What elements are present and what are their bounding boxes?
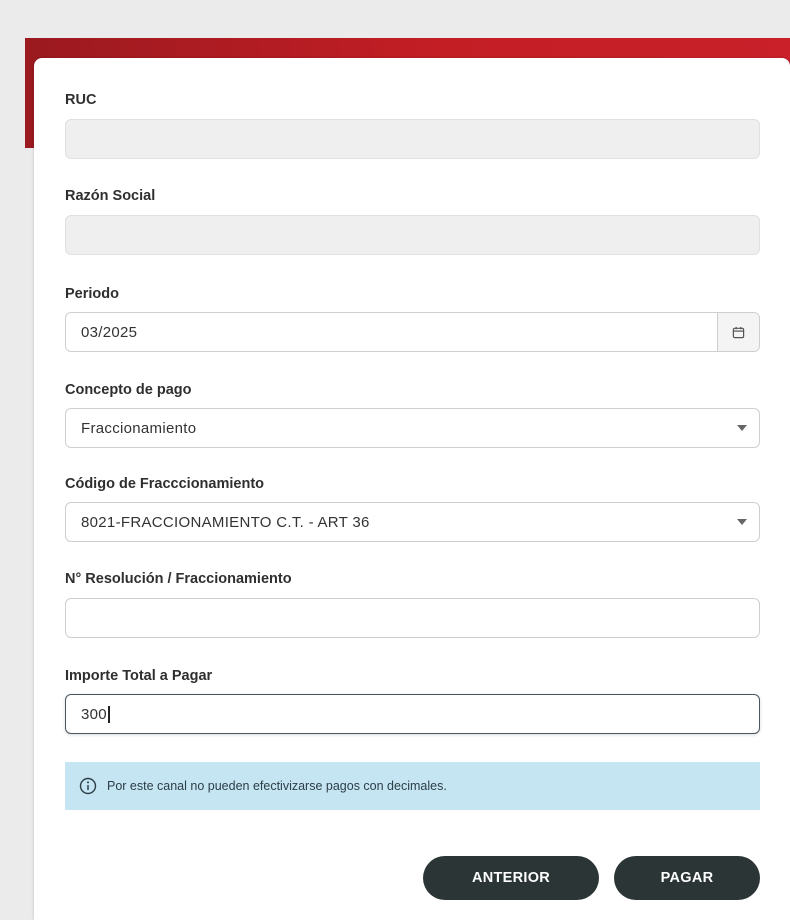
codigo-select[interactable]: 8021-FRACCIONAMIENTO C.T. - ART 36 <box>65 502 760 542</box>
ruc-label: RUC <box>65 92 97 108</box>
anterior-button[interactable]: ANTERIOR <box>423 856 599 900</box>
concepto-select[interactable]: Fraccionamiento <box>65 408 760 448</box>
codigo-label: Código de Fracccionamiento <box>65 476 264 492</box>
concepto-label: Concepto de pago <box>65 382 192 398</box>
periodo-value: 03/2025 <box>81 323 138 341</box>
chevron-down-icon <box>737 425 747 431</box>
periodo-label: Periodo <box>65 286 119 302</box>
resolucion-label: N° Resolución / Fraccionamiento <box>65 571 292 587</box>
codigo-value: 8021-FRACCIONAMIENTO C.T. - ART 36 <box>81 513 370 531</box>
ruc-input <box>65 119 760 159</box>
calendar-icon <box>732 326 745 338</box>
alert-text: Por este canal no pueden efectivizarse p… <box>107 779 447 793</box>
razon-social-label: Razón Social <box>65 188 156 204</box>
importe-input[interactable]: 300 <box>65 694 760 734</box>
payment-form-card: RUC Razón Social Periodo 03/2025 Concept… <box>34 58 790 920</box>
periodo-input[interactable]: 03/2025 <box>65 312 760 352</box>
resolucion-input[interactable] <box>65 598 760 638</box>
calendar-button[interactable] <box>717 313 759 351</box>
chevron-down-icon <box>737 519 747 525</box>
pagar-button[interactable]: PAGAR <box>614 856 760 900</box>
info-icon <box>79 777 97 795</box>
decimals-alert: Por este canal no pueden efectivizarse p… <box>65 762 760 810</box>
importe-label: Importe Total a Pagar <box>65 668 213 684</box>
concepto-value: Fraccionamiento <box>81 419 197 437</box>
razon-social-input <box>65 215 760 255</box>
importe-value: 300 <box>81 705 110 723</box>
